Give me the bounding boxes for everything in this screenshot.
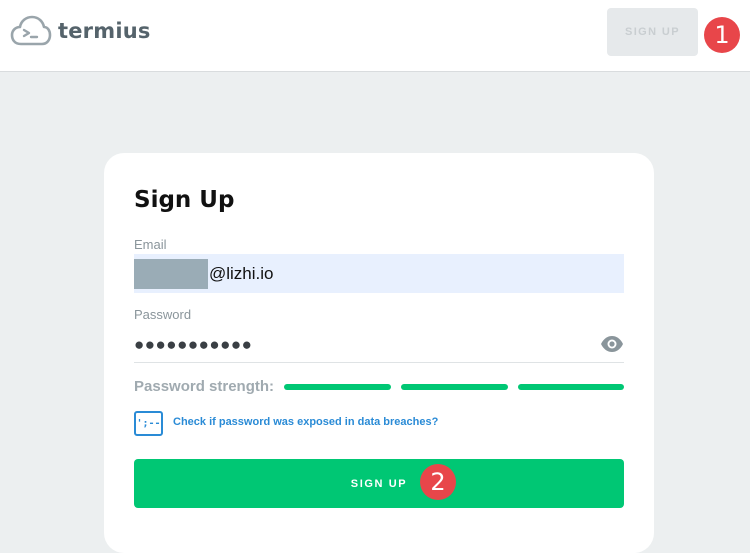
eye-icon[interactable] <box>600 335 624 353</box>
signup-button[interactable]: SIGN UP <box>134 459 624 508</box>
cloud-terminal-icon <box>10 15 52 46</box>
termius-logo[interactable]: termius <box>10 14 151 48</box>
strength-bar <box>401 384 508 390</box>
email-value: @lizhi.io <box>209 263 274 283</box>
password-strength-label: Password strength: <box>134 378 275 395</box>
password-field[interactable]: ●●●●●●●●●●● <box>134 327 624 363</box>
brand-name: termius <box>58 19 151 43</box>
top-bar: termius SIGN UP 1 <box>0 0 750 72</box>
step-marker-2: 2 <box>420 464 456 500</box>
strength-bar <box>518 384 624 390</box>
breach-check-link[interactable]: Check if password was exposed in data br… <box>173 416 438 428</box>
email-label: Email <box>134 237 167 252</box>
breach-check-icon[interactable]: ';-- <box>134 411 163 436</box>
strength-bar <box>284 384 391 390</box>
redacted-block <box>134 258 208 289</box>
form-title: Sign Up <box>134 187 235 213</box>
email-field[interactable]: @lizhi.io <box>134 254 624 293</box>
password-label: Password <box>134 307 192 322</box>
password-value: ●●●●●●●●●●● <box>134 334 253 354</box>
step-marker-1: 1 <box>704 17 740 53</box>
header-signup-button[interactable]: SIGN UP <box>607 8 698 56</box>
